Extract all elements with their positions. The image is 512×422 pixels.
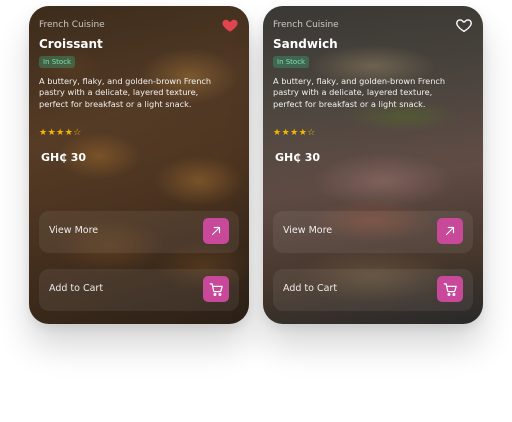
add-to-cart-label: Add to Cart <box>283 283 338 294</box>
product-description: A buttery, flaky, and golden-brown Frenc… <box>273 76 446 109</box>
product-card-sandwich[interactable]: French Cuisine Sandwich In Stock A butte… <box>263 6 483 324</box>
star-rating: ★★★★☆ <box>273 128 316 138</box>
shopping-cart-icon[interactable] <box>437 276 463 302</box>
add-to-cart-button[interactable]: Add to Cart <box>39 269 239 311</box>
product-title: Croissant <box>39 37 103 51</box>
add-to-cart-label: Add to Cart <box>49 283 104 294</box>
view-more-button[interactable]: View More <box>39 211 239 253</box>
add-to-cart-button[interactable]: Add to Cart <box>273 269 473 311</box>
product-title: Sandwich <box>273 37 338 51</box>
stock-badge: In Stock <box>273 56 310 68</box>
product-price: GH₵ 30 <box>41 151 87 164</box>
product-description: A buttery, flaky, and golden-brown Frenc… <box>39 76 212 109</box>
view-more-label: View More <box>49 225 99 236</box>
cuisine-label: French Cuisine <box>39 20 105 30</box>
view-more-button[interactable]: View More <box>273 211 473 253</box>
product-gallery: French Cuisine Croissant In Stock A butt… <box>0 0 512 422</box>
shopping-cart-icon[interactable] <box>203 276 229 302</box>
cuisine-label: French Cuisine <box>273 20 339 30</box>
product-price: GH₵ 30 <box>275 151 321 164</box>
heart-icon[interactable] <box>221 16 239 34</box>
heart-outline-icon[interactable] <box>455 16 473 34</box>
view-more-label: View More <box>283 225 333 236</box>
stock-badge: In Stock <box>39 56 76 68</box>
arrow-up-right-icon[interactable] <box>437 218 463 244</box>
arrow-up-right-icon[interactable] <box>203 218 229 244</box>
star-rating: ★★★★☆ <box>39 128 82 138</box>
product-card-croissant[interactable]: French Cuisine Croissant In Stock A butt… <box>29 6 249 324</box>
